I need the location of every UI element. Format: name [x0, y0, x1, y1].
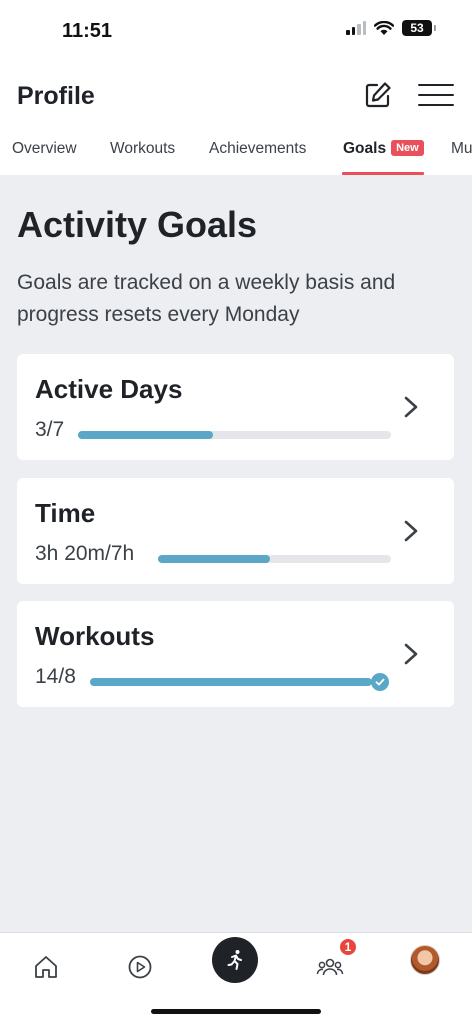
play-icon [128, 955, 152, 979]
record-runner-icon [227, 950, 242, 970]
goal-progress-fill [158, 555, 270, 563]
community-notification-badge: 1 [338, 937, 358, 957]
section-title: Activity Goals [17, 204, 258, 245]
page-title: Profile [17, 82, 95, 110]
goal-card-time[interactable]: Time 3h 20m/7h [17, 478, 454, 584]
tab-overview[interactable]: Overview [12, 140, 77, 158]
edit-icon [365, 82, 391, 108]
tab-goals[interactable]: Goals New [343, 140, 424, 158]
nav-home[interactable] [24, 945, 68, 989]
goal-progress-fill [90, 678, 372, 686]
tab-goals-label: Goals [343, 140, 387, 157]
tab-workouts[interactable]: Workouts [110, 140, 175, 158]
active-tab-indicator [342, 172, 424, 175]
new-badge: New [391, 140, 424, 156]
community-icon [316, 958, 344, 976]
nav-videos[interactable] [118, 945, 162, 989]
profile-avatar[interactable] [410, 945, 440, 975]
goal-card-active-days[interactable]: Active Days 3/7 [17, 354, 454, 460]
goal-progress-fill [78, 431, 213, 439]
nav-record-button[interactable] [212, 937, 258, 983]
cellular-signal-icon [346, 21, 366, 35]
menu-line [418, 104, 454, 106]
goal-name: Time [35, 498, 96, 528]
goal-complete-check-icon [371, 673, 389, 691]
edit-profile-button[interactable] [361, 78, 395, 112]
tab-more[interactable]: Mu [451, 140, 472, 158]
menu-line [418, 94, 454, 96]
status-time: 11:51 [62, 20, 113, 42]
goal-card-workouts[interactable]: Workouts 14/8 [17, 601, 454, 707]
home-indicator [151, 1009, 321, 1014]
tab-achievements[interactable]: Achievements [209, 140, 306, 158]
profile-tabs: Overview Workouts Achievements Goals New … [0, 130, 472, 175]
status-icons: 53 [346, 20, 436, 36]
home-icon [35, 956, 57, 978]
section-description: Goals are tracked on a weekly basis and … [17, 271, 396, 326]
hamburger-menu-button[interactable] [418, 78, 454, 112]
goal-name: Active Days [35, 374, 183, 404]
status-bar: 11:51 53 [0, 0, 472, 64]
goal-value: 14/8 [35, 665, 76, 688]
chevron-right-icon [404, 520, 418, 542]
goal-value: 3h 20m/7h [35, 542, 135, 565]
menu-line [418, 84, 454, 86]
battery-level: 53 [410, 21, 424, 35]
goal-progress-track [78, 431, 391, 439]
goal-name: Workouts [35, 621, 155, 651]
chevron-right-icon [404, 396, 418, 418]
goal-progress-track [158, 555, 391, 563]
goal-value: 3/7 [35, 418, 65, 441]
battery-icon: 53 [402, 20, 436, 36]
goal-progress-track [90, 678, 372, 686]
header: Profile [0, 70, 472, 120]
chevron-right-icon [404, 643, 418, 665]
wifi-icon [374, 20, 394, 35]
